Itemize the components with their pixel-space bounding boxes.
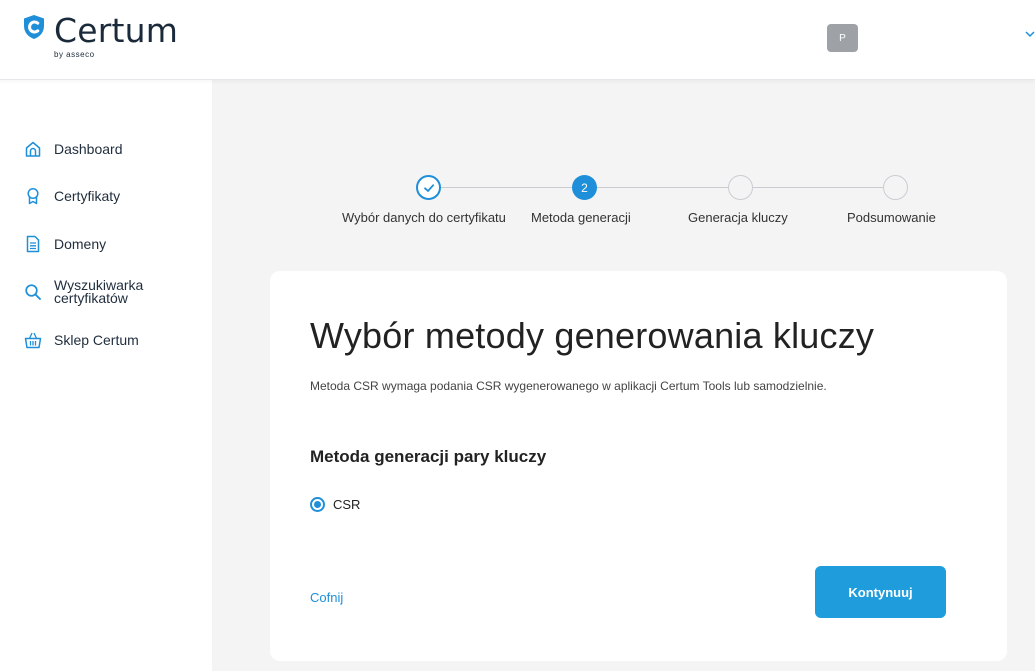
sidebar-item-label: Sklep Certum [54, 331, 139, 348]
sidebar-item-sklep[interactable]: Sklep Certum [24, 331, 139, 349]
radio-label: CSR [333, 497, 361, 512]
step-connector [441, 187, 572, 188]
document-icon [26, 235, 40, 253]
step-4-indicator [883, 175, 908, 200]
sidebar-item-wyszukiwarka[interactable]: Wyszukiwarka certyfikatów [24, 277, 174, 306]
sidebar-item-label: Domeny [54, 235, 107, 252]
brand-name: Certum [54, 11, 179, 50]
certificate-icon [27, 187, 39, 205]
brand-sub: by asseco [54, 50, 95, 59]
back-link[interactable]: Cofnij [310, 590, 343, 605]
sidebar-item-domeny[interactable]: Domeny [24, 235, 106, 253]
sidebar-item-label: Certyfikaty [54, 187, 121, 204]
step-connector [753, 187, 883, 188]
radio-button[interactable] [310, 497, 325, 512]
step-4-label: Podsumowanie [847, 210, 936, 225]
user-avatar[interactable]: P [827, 24, 858, 52]
certum-logo[interactable]: Certum by asseco [22, 14, 178, 59]
shield-logo-icon [24, 15, 44, 39]
sidebar-item-dashboard[interactable]: Dashboard [24, 140, 123, 158]
step-1-indicator [416, 175, 441, 200]
main-content: 2 Wybór danych do certyfikatu Metoda gen… [212, 80, 1035, 671]
check-icon [423, 183, 434, 192]
sidebar-item-label: Dashboard [54, 140, 123, 157]
sidebar-item-label: Wyszukiwarka certyfikatów [54, 277, 144, 306]
step-2-label: Metoda generacji [531, 210, 631, 225]
chevron-down-icon[interactable] [1024, 28, 1035, 40]
radio-selected-dot [314, 501, 321, 508]
search-icon [25, 284, 41, 300]
section-title: Metoda generacji pary kluczy [310, 447, 547, 466]
key-method-card: Wybór metody generowania kluczy Metoda C… [270, 271, 1007, 661]
basket-icon [24, 332, 42, 349]
continue-button[interactable]: Kontynuuj [815, 566, 946, 618]
csr-radio-option[interactable]: CSR [310, 497, 360, 512]
page-title: Wybór metody generowania kluczy [310, 315, 875, 356]
sidebar: Dashboard Certyfikaty Domeny Wyszukiwark… [0, 80, 212, 671]
step-2-indicator: 2 [572, 175, 597, 200]
step-connector [597, 187, 728, 188]
progress-stepper: 2 Wybór danych do certyfikatu Metoda gen… [212, 80, 1035, 240]
step-3-indicator [728, 175, 753, 200]
step-3-label: Generacja kluczy [688, 210, 788, 225]
sidebar-item-certyfikaty[interactable]: Certyfikaty [24, 187, 120, 205]
page-description: Metoda CSR wymaga podania CSR wygenerowa… [310, 379, 827, 393]
home-icon [25, 141, 41, 157]
top-header: Certum by asseco P [0, 0, 1035, 80]
step-1-label: Wybór danych do certyfikatu [342, 210, 506, 225]
